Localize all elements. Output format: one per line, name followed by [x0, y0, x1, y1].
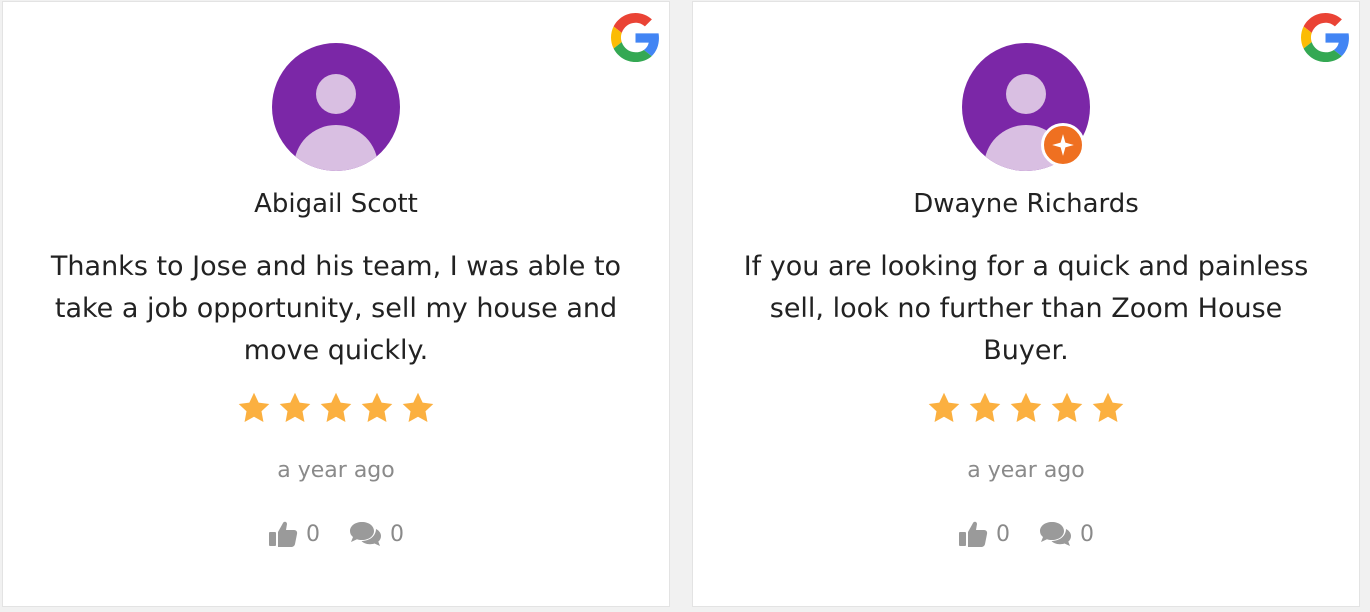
- google-g-icon: [611, 13, 659, 62]
- reviewer-avatar: [272, 43, 400, 171]
- avatar-body: [294, 125, 378, 171]
- comment-button[interactable]: 0: [1038, 521, 1094, 547]
- like-count: 0: [306, 521, 320, 547]
- review-actions: 0 0: [693, 520, 1359, 548]
- star-rating: [693, 390, 1359, 426]
- local-guide-badge-icon: [1041, 123, 1085, 167]
- thumbs-up-icon: [959, 521, 988, 547]
- star-rating: [3, 390, 669, 426]
- star-icon: [928, 392, 960, 422]
- reviewer-name[interactable]: Abigail Scott: [3, 185, 669, 223]
- thumbs-up-icon: [269, 521, 298, 547]
- star-icon: [402, 392, 434, 422]
- comment-count: 0: [1080, 521, 1094, 547]
- star-icon: [320, 392, 352, 422]
- review-text: Thanks to Jose and his team, I was able …: [50, 251, 622, 366]
- review-text: If you are looking for a quick and painl…: [743, 251, 1309, 366]
- reviewer-avatar: [962, 43, 1090, 171]
- star-icon: [1010, 392, 1042, 422]
- review-actions: 0 0: [3, 520, 669, 548]
- star-icon: [1092, 392, 1124, 422]
- like-button[interactable]: 0: [268, 520, 320, 548]
- review-time: a year ago: [277, 458, 395, 483]
- comments-icon: [350, 522, 381, 546]
- avatar-head: [316, 74, 356, 114]
- review-card: Abigail Scott Thanks to Jose and his tea…: [2, 1, 670, 607]
- reviews-widget: Abigail Scott Thanks to Jose and his tea…: [0, 0, 1370, 612]
- badge-star-icon: [1052, 134, 1074, 156]
- reviewer-name[interactable]: Dwayne Richards: [693, 185, 1359, 223]
- comment-count: 0: [390, 521, 404, 547]
- star-icon: [279, 392, 311, 422]
- comments-icon: [1040, 522, 1071, 546]
- google-g-icon: [1301, 13, 1349, 62]
- star-icon: [1051, 392, 1083, 422]
- avatar-head: [1006, 74, 1046, 114]
- like-count: 0: [996, 521, 1010, 547]
- review-time: a year ago: [967, 458, 1085, 483]
- user-avatar-icon: [272, 43, 400, 171]
- star-icon: [238, 392, 270, 422]
- star-icon: [969, 392, 1001, 422]
- review-card: Dwayne Richards If you are looking for a…: [692, 1, 1360, 607]
- comment-button[interactable]: 0: [348, 521, 404, 547]
- like-button[interactable]: 0: [958, 520, 1010, 548]
- star-icon: [361, 392, 393, 422]
